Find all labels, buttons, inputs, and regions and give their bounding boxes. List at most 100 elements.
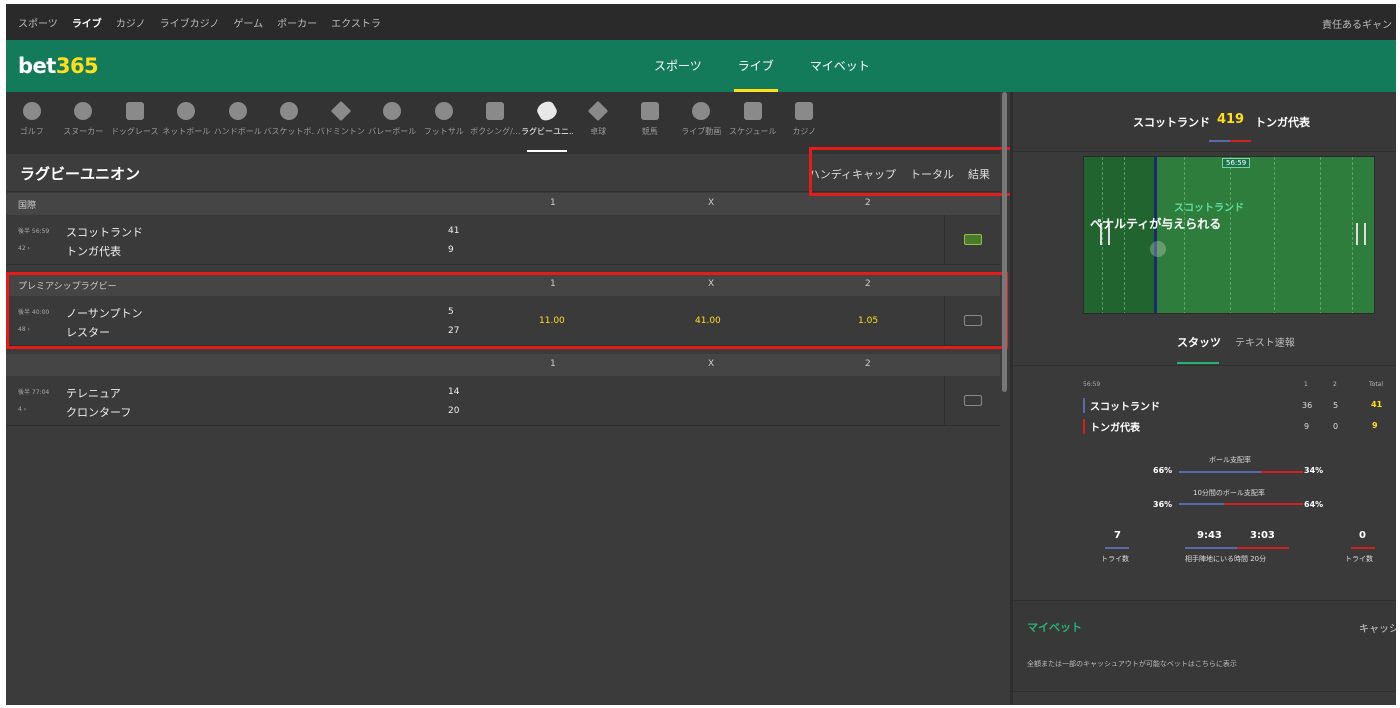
stats-team-away: トンガ代表 (1083, 419, 1140, 434)
boxing-icon (486, 102, 505, 120)
odd-draw[interactable]: 41.00 (695, 316, 721, 326)
topnav-games[interactable]: ゲーム (233, 15, 263, 30)
tab-total[interactable]: トータル (910, 166, 954, 182)
stats-clock: 56:59 (1083, 381, 1101, 388)
possession-label: ボール支配率 (1209, 456, 1251, 464)
competition-title-bar: ラグビーユニオン ハンディキャップ トータル 結果 (6, 154, 1000, 192)
logo-accent: 365 (55, 54, 99, 78)
sport-boxing[interactable]: ボクシング/... (470, 92, 522, 154)
possession-home: 66% (1153, 466, 1173, 475)
stats-section: 56:59 1 2 Total スコットランド 36 5 41 トンガ代表 9 … (1013, 366, 1396, 596)
sport-basketball[interactable]: バスケットボ... (264, 92, 315, 154)
sport-schedule[interactable]: スケジュール (727, 92, 779, 154)
sport-label: ライブ動画 (681, 127, 722, 136)
topnav-live[interactable]: ライブ (72, 15, 102, 30)
handball-icon (228, 102, 247, 120)
topnav-live-casino[interactable]: ライブカジノ (160, 15, 220, 30)
sport-netball[interactable]: ネットボール (161, 92, 213, 154)
tab-text-commentary[interactable]: テキスト速報 (1235, 334, 1295, 349)
stats-col-2: 2 (1333, 381, 1337, 388)
team-home: ノーサンプトン (66, 307, 143, 320)
sport-label: ラグビーユニ... (521, 127, 573, 136)
sport-label: ネットボール (162, 127, 211, 136)
topnav-casino[interactable]: カジノ (116, 15, 146, 30)
sport-badminton[interactable]: バドミントン (315, 92, 367, 154)
sport-volleyball[interactable]: バレーボール (367, 92, 419, 154)
schedule-icon (743, 102, 762, 120)
sport-golf[interactable]: ゴルフ (6, 92, 58, 154)
tab-stats[interactable]: スタッツ (1177, 334, 1221, 350)
field-line (1352, 157, 1353, 313)
bet365-logo[interactable]: bet365 (18, 54, 99, 78)
territory-away: 3:03 (1250, 530, 1275, 541)
sport-handball[interactable]: ハンドボール (212, 92, 264, 154)
group-label: 国際 (18, 201, 37, 211)
possession-bar-home (1179, 471, 1261, 473)
topnav-extra[interactable]: エクストラ (331, 15, 381, 30)
match-time: 後半 40:00 (18, 309, 50, 316)
possession-away: 34% (1304, 466, 1324, 475)
sport-horse-racing[interactable]: 競馬 (624, 92, 676, 154)
nav-live[interactable]: ライブ (720, 40, 792, 92)
sport-bar: ゴルフ スヌーカー ドッグレース ネットボール ハンドボール バスケットボ...… (6, 92, 1000, 154)
mybets-title[interactable]: マイベット (1027, 619, 1082, 635)
scrollbar[interactable] (1002, 92, 1007, 392)
col-x: X (708, 359, 715, 369)
nav-sports[interactable]: スポーツ (636, 40, 720, 92)
topnav-sports[interactable]: スポーツ (18, 15, 58, 30)
sport-casino[interactable]: カジノ (779, 92, 831, 154)
tries-away: 0 (1359, 530, 1366, 541)
sport-label: フットサル (423, 127, 464, 136)
match-markets-count: 4 › (18, 406, 27, 413)
possession10-away: 64% (1304, 500, 1324, 509)
casino-icon (795, 102, 814, 120)
sport-rugby-union[interactable]: ラグビーユニ... (521, 92, 573, 154)
group-label: プレミアシップラグビー (18, 282, 117, 292)
volleyball-icon (383, 102, 402, 120)
sport-label: 卓球 (590, 127, 607, 136)
team-home: テレニュア (66, 387, 121, 400)
tab-result[interactable]: 結果 (968, 166, 990, 182)
scoreboard: スコットランド 41 9 トンガ代表 (1013, 92, 1396, 152)
territory-bar-home (1185, 547, 1237, 549)
scoreboard-score-away: 9 (1235, 112, 1245, 127)
stat-value: 5 (1333, 401, 1339, 410)
nav-mybets[interactable]: マイベット (792, 40, 888, 92)
match-tracker-icon[interactable] (964, 395, 982, 406)
score-away: 20 (448, 406, 460, 416)
snooker-icon (74, 102, 93, 120)
sport-label: ボクシング/... (470, 127, 521, 136)
sport-label: ドッグレース (110, 127, 159, 136)
tab-handicap[interactable]: ハンディキャップ (809, 166, 896, 182)
scoreboard-team-away: トンガ代表 (1255, 116, 1310, 129)
field-line (1124, 157, 1125, 313)
sport-greyhounds[interactable]: ドッグレース (109, 92, 161, 154)
match-row[interactable]: 後半 40:00 48 › ノーサンプトン レスター 5 27 11.00 41… (6, 296, 1000, 346)
topnav-poker[interactable]: ポーカー (277, 15, 317, 30)
market-tabs: ハンディキャップ トータル 結果 (795, 166, 990, 182)
sport-futsal[interactable]: フットサル (418, 92, 470, 154)
score-home: 14 (448, 387, 460, 397)
ball-marker (1150, 241, 1166, 257)
match-tracker-icon[interactable] (964, 234, 982, 245)
match-time: 後半 77:04 (18, 389, 50, 396)
scoreboard-team-home: スコットランド (1133, 116, 1210, 129)
match-tracker-icon[interactable] (964, 315, 982, 326)
live-stream-icon (692, 102, 711, 120)
odd-home[interactable]: 11.00 (539, 316, 565, 326)
territory-label: 相手陣地にいる時間 20分 (1185, 555, 1267, 563)
odd-away[interactable]: 1.05 (858, 316, 878, 326)
match-row[interactable]: 後半 56:59 42 › スコットランド トンガ代表 41 9 (6, 215, 1000, 265)
sport-snooker[interactable]: スヌーカー (58, 92, 110, 154)
col-x: X (708, 198, 715, 208)
match-row[interactable]: 後半 77:04 4 › テレニュア クロンターフ 14 20 (6, 376, 1000, 426)
responsible-gambling-link[interactable]: 責任あるギャン (1322, 16, 1392, 31)
field-shaded-zone (1084, 157, 1156, 313)
page-title: ラグビーユニオン (20, 165, 141, 183)
tries-home: 7 (1114, 530, 1121, 541)
field-line (1184, 157, 1185, 313)
sport-live-stream[interactable]: ライブ動画 (676, 92, 728, 154)
possession-bar-away (1261, 471, 1303, 473)
cashout-link[interactable]: キャッシ (1359, 620, 1396, 635)
sport-table-tennis[interactable]: 卓球 (573, 92, 625, 154)
